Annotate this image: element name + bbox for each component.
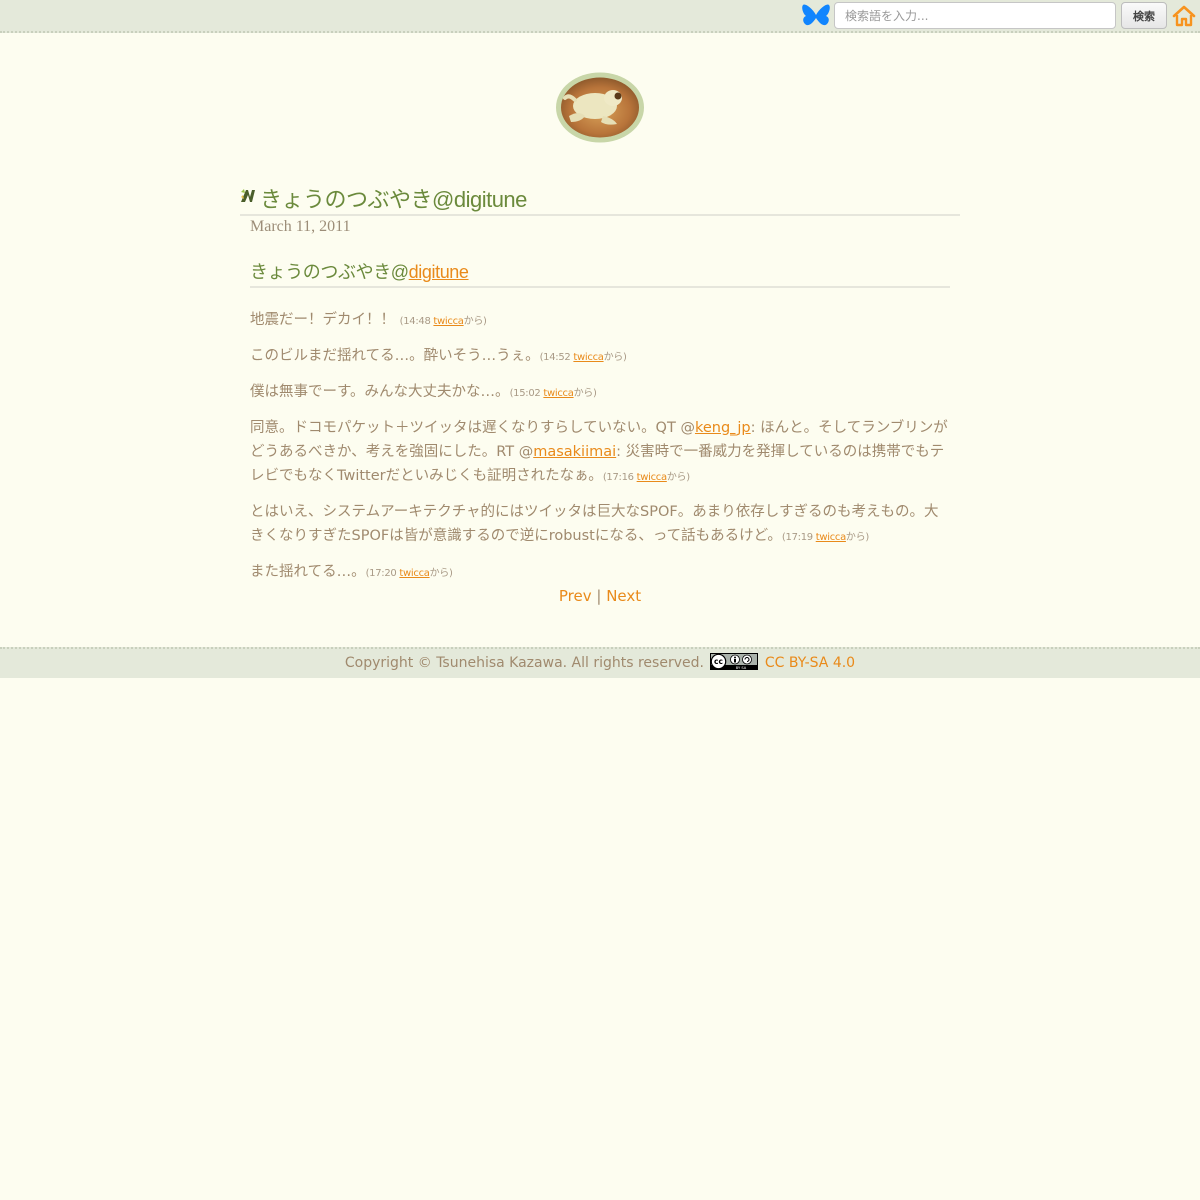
pagination: Prev | Next (250, 584, 950, 608)
pager-separator: | (596, 587, 602, 605)
tweet-item: とはいえ、システムアーキテクチャ的にはツイッタは巨大なSPOF。あまり依存しすぎ… (250, 504, 939, 544)
site-logo-frog[interactable] (555, 72, 645, 143)
tweet-meta: (17:16 twiccaから) (602, 472, 690, 483)
prev-link[interactable]: Prev (559, 587, 592, 605)
tweet-item: また揺れてる…。(17:20 twiccaから) (250, 564, 453, 580)
mention-link-keng-jp[interactable]: keng_jp (695, 420, 751, 436)
twicca-link[interactable]: twicca (433, 316, 464, 327)
bluesky-butterfly-icon[interactable] (801, 3, 831, 29)
tweet-meta: (17:19 twiccaから) (781, 532, 869, 543)
search-input[interactable] (834, 2, 1116, 29)
tweet-item: 同意。ドコモパケット＋ツイッタは遅くなりすらしていない。QT @keng_jp:… (250, 420, 948, 484)
article-date: March 11, 2011 (250, 218, 351, 235)
article-subheader: きょうのつぶやき@digitune (250, 258, 950, 288)
mention-link-masakiimai[interactable]: masakiimai (533, 444, 616, 460)
twicca-link[interactable]: twicca (816, 532, 847, 543)
twicca-link[interactable]: twicca (399, 568, 430, 579)
category-icon (241, 189, 255, 202)
tweet-meta: (17:20 twiccaから) (365, 568, 453, 579)
search-button[interactable]: 検索 (1121, 2, 1167, 29)
article-title[interactable]: きょうのつぶやき@digitune (260, 182, 527, 214)
license-link[interactable]: CC BY-SA 4.0 (765, 655, 855, 671)
tweet-meta: (15:02 twiccaから) (509, 388, 597, 399)
tweet-item: このビルまだ揺れてる…。酔いそう…うぇ。(14:52 twiccaから) (250, 348, 627, 364)
article-subtitle: きょうのつぶやき@digitune (250, 262, 469, 282)
next-link[interactable]: Next (606, 587, 641, 605)
tweet-meta: (14:48 twiccaから) (399, 316, 487, 327)
tweet-item: 僕は無事でーす。みんな大丈夫かな…。(15:02 twiccaから) (250, 384, 597, 400)
twicca-link[interactable]: twicca (573, 352, 604, 363)
cc-badge-caption: BY SA (736, 666, 747, 670)
footer: Copyright © Tsunehisa Kazawa. All rights… (0, 647, 1200, 678)
svg-text:cc: cc (714, 657, 723, 666)
tweet-list: 地震だー！デカイ！！ (14:48 twiccaから) このビルまだ揺れてる…。… (250, 308, 950, 596)
copyright-text: Copyright © Tsunehisa Kazawa. All rights… (344, 655, 704, 671)
cc-by-sa-badge-icon[interactable]: cc BY SA (710, 653, 759, 670)
twicca-link[interactable]: twicca (543, 388, 574, 399)
digitune-profile-link[interactable]: digitune (409, 262, 469, 282)
twicca-link[interactable]: twicca (637, 472, 668, 483)
home-icon[interactable] (1172, 5, 1196, 27)
article-header: きょうのつぶやき@digitune (240, 182, 960, 216)
tweet-item: 地震だー！デカイ！！ (14:48 twiccaから) (250, 312, 487, 328)
top-bar: 検索 (0, 0, 1200, 33)
tweet-meta: (14:52 twiccaから) (539, 352, 627, 363)
